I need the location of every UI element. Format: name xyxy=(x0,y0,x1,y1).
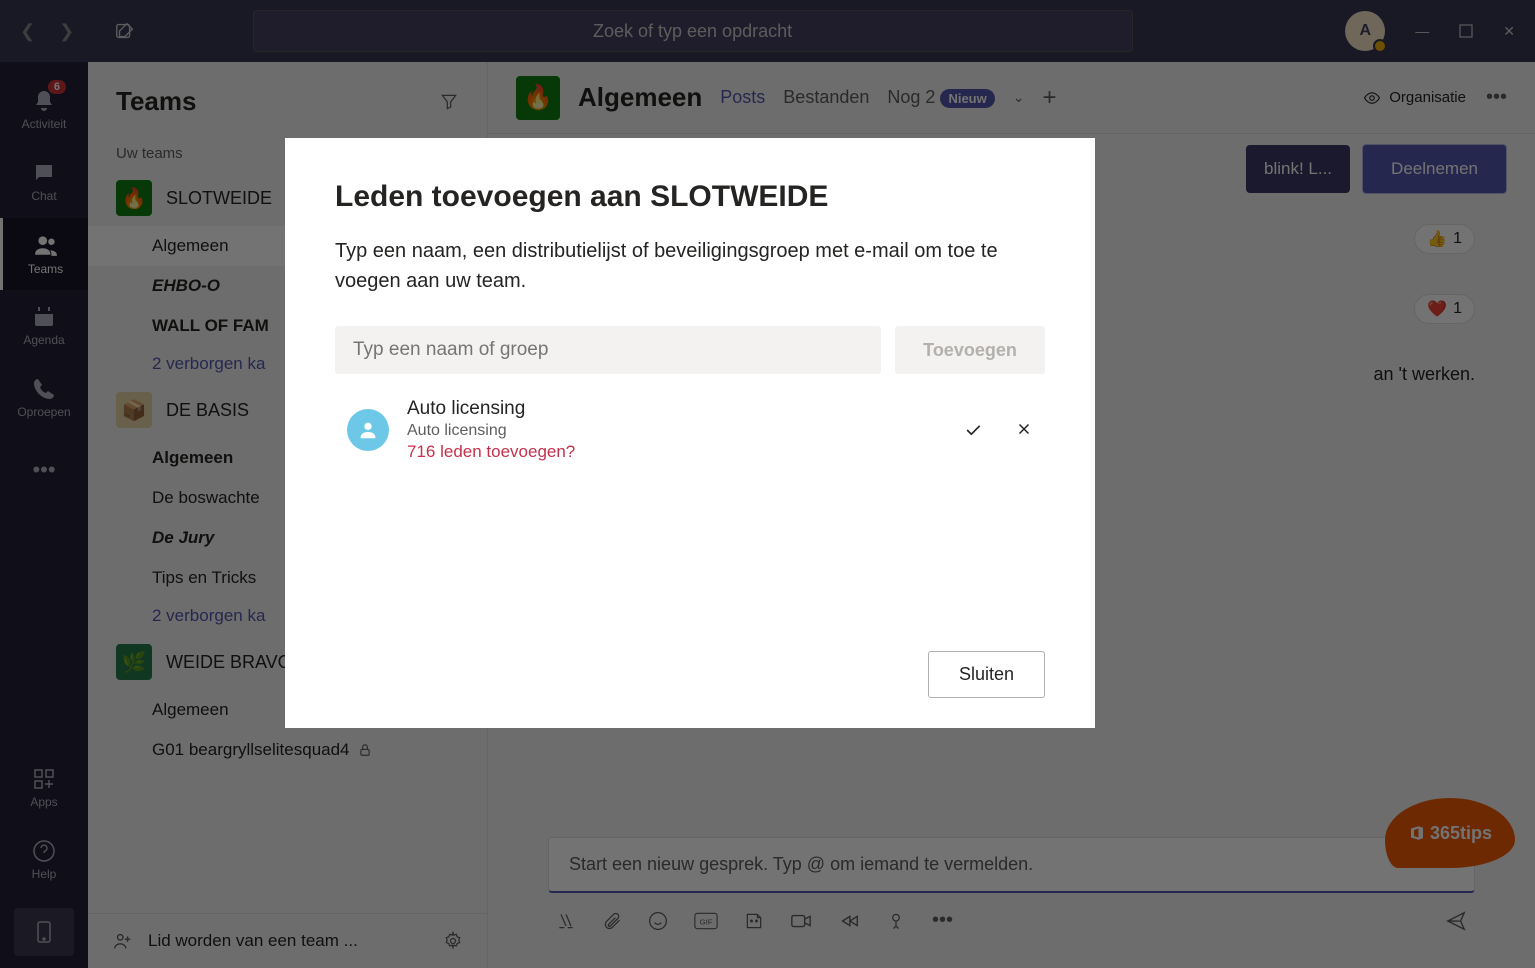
member-search-input[interactable] xyxy=(335,326,881,374)
suggestion-row[interactable]: Auto licensing Auto licensing 716 leden … xyxy=(335,390,1045,470)
suggestion-name: Auto licensing xyxy=(407,398,945,420)
group-avatar-icon xyxy=(347,409,389,451)
suggestion-warning: 716 leden toevoegen? xyxy=(407,442,945,462)
add-button[interactable]: Toevoegen xyxy=(895,326,1045,374)
suggestion-desc: Auto licensing xyxy=(407,422,945,440)
modal-title: Leden toevoegen aan SLOTWEIDE xyxy=(335,180,1045,214)
add-members-modal: Leden toevoegen aan SLOTWEIDE Typ een na… xyxy=(285,138,1095,728)
close-button[interactable]: Sluiten xyxy=(928,651,1045,698)
reject-icon[interactable] xyxy=(1015,420,1033,440)
modal-subtitle: Typ een naam, een distributielijst of be… xyxy=(335,236,1045,296)
accept-icon[interactable] xyxy=(963,420,983,440)
